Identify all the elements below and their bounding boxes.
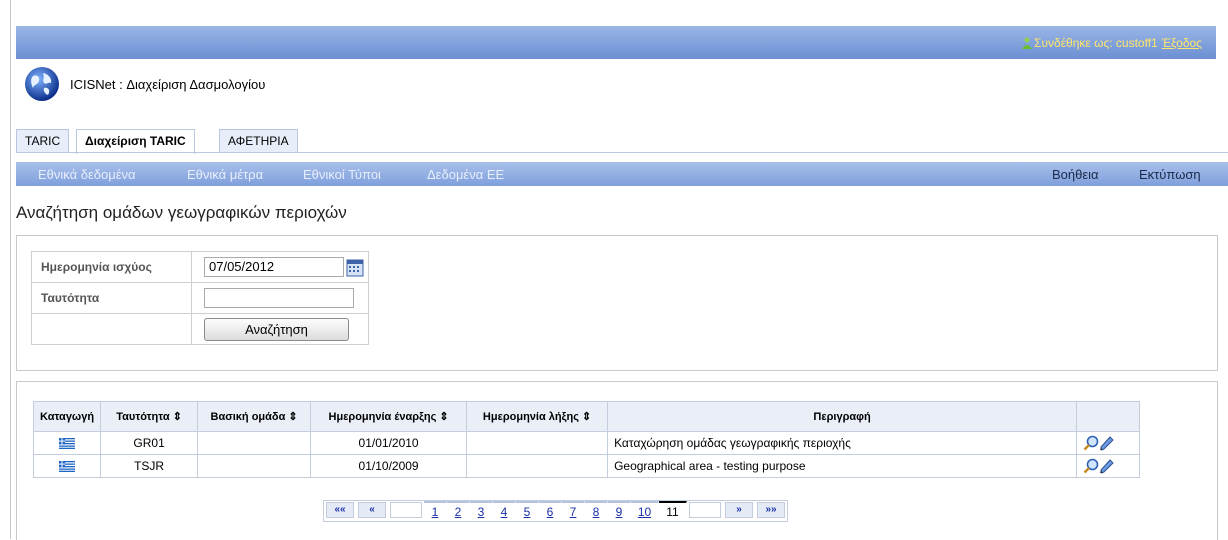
pagination: «« « 1 2 3 4 5 6 7 8 9 10 11 » »» bbox=[323, 500, 788, 522]
menu-bar: Εθνικά δεδομένα Εθνικά μέτρα Εθνικοί Τύπ… bbox=[16, 162, 1228, 186]
tab-divider bbox=[16, 152, 1228, 153]
tab-taric[interactable]: TARIC bbox=[16, 129, 70, 153]
cell-end-date bbox=[466, 431, 609, 455]
top-bar: Συνδέθηκε ως: custoff1 Έξοδος bbox=[16, 26, 1216, 59]
pager-current-page: 11 bbox=[659, 501, 687, 519]
col-end-date[interactable]: Ημερομηνία λήξης ⇕ bbox=[466, 401, 609, 432]
login-info: Συνδέθηκε ως: custoff1 Έξοδος bbox=[1022, 36, 1202, 50]
pager-page-5[interactable]: 5 bbox=[516, 501, 539, 519]
globe-logo-icon bbox=[25, 67, 59, 101]
tab-taric-management[interactable]: Διαχείριση TARIC bbox=[76, 129, 195, 154]
col-description: Περιγραφή bbox=[607, 401, 1078, 432]
pager-page-7[interactable]: 7 bbox=[562, 501, 585, 519]
col-base-group[interactable]: Βασική ομάδα ⇕ bbox=[197, 401, 312, 432]
cell-id: GR01 bbox=[100, 431, 199, 455]
cell-end-date bbox=[466, 454, 609, 478]
search-panel: Ημερομηνία ισχύος Ταυτότητα Αναζήτηση bbox=[16, 235, 1218, 371]
pencil-icon[interactable] bbox=[1099, 458, 1115, 474]
id-input[interactable] bbox=[204, 288, 354, 308]
pager-page-4[interactable]: 4 bbox=[493, 501, 516, 519]
pager-page-3[interactable]: 3 bbox=[470, 501, 493, 519]
magnifier-icon[interactable] bbox=[1083, 435, 1099, 451]
greek-flag-icon bbox=[59, 461, 76, 473]
menu-national-measures[interactable]: Εθνικά μέτρα bbox=[187, 167, 263, 182]
cell-start-date: 01/01/2010 bbox=[310, 431, 468, 455]
col-origin: Καταγωγή bbox=[32, 401, 102, 432]
date-input[interactable] bbox=[204, 256, 344, 277]
pager-page-9[interactable]: 9 bbox=[608, 501, 631, 519]
menu-national-data[interactable]: Εθνικά δεδομένα bbox=[38, 167, 136, 182]
results-panel: Καταγωγή Ταυτότητα ⇕ Βασική ομάδα ⇕ Ημερ… bbox=[16, 381, 1218, 540]
cell-description: Geographical area - testing purpose bbox=[607, 454, 1078, 478]
pager-page-6[interactable]: 6 bbox=[539, 501, 562, 519]
app-title: ICISNet : Διαχείριση Δασμολογίου bbox=[70, 77, 266, 92]
col-id[interactable]: Ταυτότητα ⇕ bbox=[100, 401, 199, 432]
menu-eu-data[interactable]: Δεδομένα ΕΕ bbox=[427, 167, 504, 182]
pager-spacer bbox=[390, 502, 422, 518]
search-button[interactable]: Αναζήτηση bbox=[204, 317, 349, 341]
user-icon bbox=[1022, 37, 1033, 49]
menu-help[interactable]: Βοήθεια bbox=[1052, 167, 1099, 182]
pager-page-2[interactable]: 2 bbox=[447, 501, 470, 519]
cell-base-group bbox=[197, 454, 312, 478]
menu-national-types[interactable]: Εθνικοί Τύποι bbox=[303, 167, 381, 182]
pencil-icon[interactable] bbox=[1099, 435, 1115, 451]
magnifier-icon[interactable] bbox=[1083, 458, 1099, 474]
calendar-icon[interactable] bbox=[346, 259, 364, 277]
table-row: GR01 01/01/2010 Καταχώρηση ομάδας γεωγρα… bbox=[32, 431, 1141, 455]
pager-prev[interactable]: « bbox=[358, 502, 386, 518]
page-title: Αναζήτηση ομάδων γεωγραφικών περιοχών bbox=[16, 203, 347, 222]
id-label: Ταυτότητα bbox=[31, 282, 192, 314]
table-header-row: Καταγωγή Ταυτότητα ⇕ Βασική ομάδα ⇕ Ημερ… bbox=[32, 401, 1141, 432]
pager-last[interactable]: »» bbox=[757, 502, 785, 518]
pager-spacer bbox=[689, 502, 721, 518]
pager-page-1[interactable]: 1 bbox=[424, 501, 447, 519]
pager-first[interactable]: «« bbox=[326, 502, 354, 518]
cell-id: TSJR bbox=[100, 454, 199, 478]
pager-next[interactable]: » bbox=[725, 502, 753, 518]
pager-page-10[interactable]: 10 bbox=[631, 501, 659, 519]
cell-start-date: 01/10/2009 bbox=[310, 454, 468, 478]
logout-link[interactable]: Έξοδος bbox=[1162, 36, 1202, 50]
pager-page-8[interactable]: 8 bbox=[585, 501, 608, 519]
login-text: Συνδέθηκε ως: custoff1 bbox=[1034, 36, 1158, 50]
col-actions bbox=[1076, 401, 1141, 432]
tab-afetiria[interactable]: ΑΦΕΤΗΡΙΑ bbox=[219, 129, 298, 153]
cell-base-group bbox=[197, 431, 312, 455]
cell-description: Καταχώρηση ομάδας γεωγραφικής περιοχής bbox=[607, 431, 1078, 455]
table-row: TSJR 01/10/2009 Geographical area - test… bbox=[32, 454, 1141, 478]
search-form: Ημερομηνία ισχύος Ταυτότητα Αναζήτηση bbox=[31, 251, 369, 345]
date-label: Ημερομηνία ισχύος bbox=[31, 251, 192, 283]
col-start-date[interactable]: Ημερομηνία έναρξης ⇕ bbox=[310, 401, 468, 432]
results-table: Καταγωγή Ταυτότητα ⇕ Βασική ομάδα ⇕ Ημερ… bbox=[32, 401, 1141, 478]
greek-flag-icon bbox=[59, 438, 76, 450]
menu-print[interactable]: Εκτύπωση bbox=[1139, 167, 1201, 182]
